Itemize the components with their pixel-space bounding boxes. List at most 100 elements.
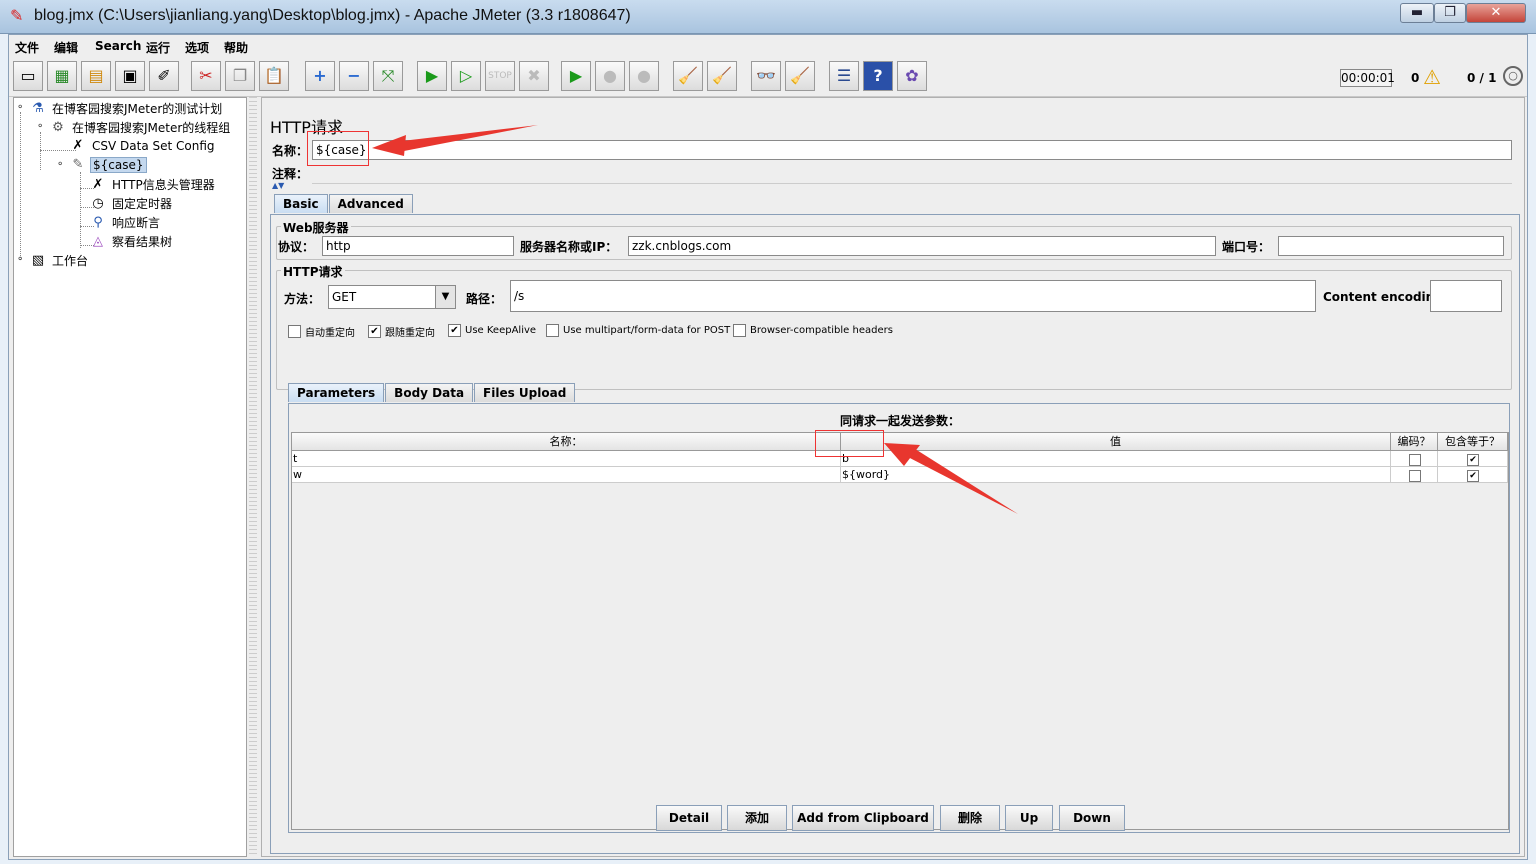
parameter-tabs: Parameters Body Data Files Upload [288,383,576,402]
add-from-clipboard-button[interactable]: Add from Clipboard [792,805,934,831]
tree-node-thread-group[interactable]: ⚙ 在博客园搜索JMeter的线程组 [50,119,232,136]
menu-run[interactable]: 运行 [146,39,170,56]
table-cell-name[interactable]: t [292,451,841,467]
templates-icon[interactable]: ▦ [47,61,77,91]
pipette-icon: ✎ [72,157,84,172]
tab-files-upload[interactable]: Files Upload [474,383,576,402]
column-header-encode[interactable]: 编码？ [1391,433,1438,451]
test-plan-tree: ⚬ ⚬ ⚬ ⚬ ⚗ 在博客园搜索JMeter的测试计划 ⚙ 在博客园搜索JMet… [13,97,247,857]
new-icon[interactable]: ▭ [13,61,43,91]
expand-icon[interactable]: + [305,61,335,91]
cut-icon[interactable]: ✂ [191,61,221,91]
logger-icon[interactable]: ✿ [897,61,927,91]
checkbox-browser-headers[interactable]: Browser-compatible headers [733,324,893,337]
close-button[interactable]: ✕ [1466,3,1526,23]
tools-icon: ✗ [92,176,104,192]
warning-icon[interactable]: ⚠ [1423,65,1441,89]
toggle-icon[interactable]: ⤧ [373,61,403,91]
window-title: blog.jmx (C:\Users\jianliang.yang\Deskto… [34,7,631,24]
reset-search-icon[interactable]: 🧹 [785,61,815,91]
tab-body-data[interactable]: Body Data [385,383,474,402]
method-label: 方法： [284,292,321,306]
test-plan-icon: ⚗ [32,100,44,116]
parameters-table: 名称： 值 编码？ 包含等于？ t b ✔ w ${word} ✔ [291,432,1509,830]
protocol-field[interactable]: http [322,236,514,256]
collapse-arrow-icon[interactable]: ▲▼ [272,181,284,190]
table-cell-include-equals[interactable]: ✔ [1438,467,1508,483]
start-no-timers-icon[interactable]: ▷ [451,61,481,91]
remote-exit-icon[interactable]: ● [629,61,659,91]
name-field[interactable]: ${case} [312,140,1512,160]
checkbox-multipart[interactable]: Use multipart/form-data for POST [546,324,730,337]
table-cell-encode[interactable] [1391,451,1438,467]
maximize-button[interactable]: ❐ [1434,3,1466,23]
method-select[interactable]: GET ▼ [328,285,456,309]
server-field[interactable]: zzk.cnblogs.com [628,236,1216,256]
checkbox-follow-redirect[interactable]: ✔ 跟随重定向 [368,324,435,339]
protocol-label: 协议： [278,240,315,254]
tree-node-response-assertion[interactable]: ⚲ 响应断言 [90,214,162,231]
shutdown-icon[interactable]: ✖ [519,61,549,91]
menu-search[interactable]: Search [95,39,141,53]
column-header-name[interactable]: 名称： [292,433,841,451]
table-cell-value[interactable]: b [841,451,1391,467]
name-label: 名称： [272,144,309,158]
save-icon[interactable]: ▣ [115,61,145,91]
save-as-icon[interactable]: ✐ [149,61,179,91]
port-field[interactable] [1278,236,1504,256]
tree-node-results-tree[interactable]: ◬ 察看结果树 [90,233,174,250]
encoding-label: Content encoding: [1323,290,1448,304]
toolbar: ▭ ▦ ▤ ▣ ✐ ✂ ❐ 📋 + − ⤧ ▶ ▷ STOP ✖ ▶ ● ● 🧹… [9,57,1527,97]
request-tabs: Basic Advanced [274,194,414,213]
up-button[interactable]: Up [1005,805,1053,831]
down-button[interactable]: Down [1059,805,1125,831]
app-frame: 文件 编辑 Search 运行 选项 帮助 ▭ ▦ ▤ ▣ ✐ ✂ ❐ 📋 + … [8,34,1528,860]
tree-node-test-plan[interactable]: ⚗ 在博客园搜索JMeter的测试计划 [30,100,224,117]
search-icon[interactable]: 👓 [751,61,781,91]
column-header-value[interactable]: 值 [841,433,1391,451]
table-cell-value[interactable]: ${word} [841,467,1391,483]
tree-node-header-manager[interactable]: ✗ HTTP信息头管理器 [90,176,217,193]
tab-advanced[interactable]: Advanced [328,194,413,213]
chevron-down-icon[interactable]: ▼ [435,286,455,308]
collapse-icon[interactable]: − [339,61,369,91]
tree-node-http-sampler[interactable]: ✎ ${case} [70,157,147,173]
add-button[interactable]: 添加 [727,805,787,831]
menu-help[interactable]: 帮助 [224,39,248,56]
help-icon[interactable]: ? [863,61,893,91]
copy-icon[interactable]: ❐ [225,61,255,91]
detail-button[interactable]: Detail [656,805,722,831]
tree-node-csv-config[interactable]: ✗ CSV Data Set Config [70,138,217,154]
tree-node-workbench[interactable]: ▧ 工作台 [30,252,90,269]
comment-label: 注释： [272,167,309,181]
remote-stop-icon[interactable]: ● [595,61,625,91]
checkbox-auto-redirect[interactable]: 自动重定向 [288,324,355,339]
menu-edit[interactable]: 编辑 [54,39,78,56]
paste-icon[interactable]: 📋 [259,61,289,91]
table-cell-name[interactable]: w [292,467,841,483]
function-helper-icon[interactable]: ☰ [829,61,859,91]
encoding-field[interactable] [1430,280,1502,312]
column-header-include-equals[interactable]: 包含等于？ [1438,433,1508,451]
comment-field[interactable] [312,164,1512,184]
pane-splitter[interactable] [249,97,257,857]
remote-start-icon[interactable]: ▶ [561,61,591,91]
table-cell-include-equals[interactable]: ✔ [1438,451,1508,467]
tab-parameters[interactable]: Parameters [288,383,385,402]
open-icon[interactable]: ▤ [81,61,111,91]
path-field[interactable]: /s [510,280,1316,312]
menu-options[interactable]: 选项 [185,39,209,56]
stop-icon[interactable]: STOP [485,61,515,91]
clear-icon[interactable]: 🧹 [673,61,703,91]
tree-node-constant-timer[interactable]: ◷ 固定定时器 [90,195,174,212]
params-caption: 同请求一起发送参数： [839,414,960,428]
checkbox-keepalive[interactable]: ✔ Use KeepAlive [448,324,536,337]
delete-button[interactable]: 删除 [940,805,1000,831]
table-cell-encode[interactable] [1391,467,1438,483]
clear-all-icon[interactable]: 🧹 [707,61,737,91]
port-label: 端口号： [1222,240,1271,254]
minimize-button[interactable]: ▬ [1400,3,1434,23]
menu-file[interactable]: 文件 [15,39,39,56]
start-icon[interactable]: ▶ [417,61,447,91]
tab-basic[interactable]: Basic [274,194,328,213]
